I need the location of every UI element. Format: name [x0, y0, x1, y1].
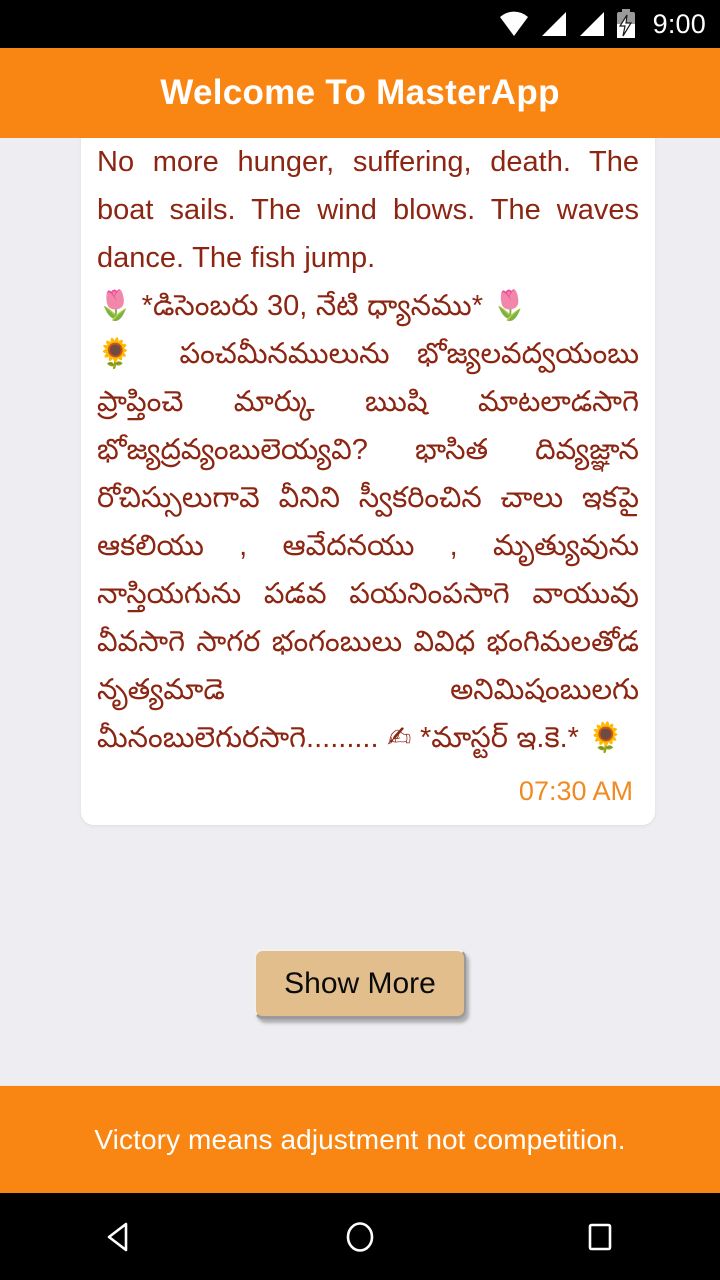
- show-more-button[interactable]: Show More: [254, 949, 466, 1019]
- android-nav-bar: [0, 1193, 720, 1280]
- back-nav-button[interactable]: [60, 1193, 180, 1280]
- show-more-container: Show More: [0, 949, 720, 1019]
- page-title: Welcome To MasterApp: [160, 73, 560, 112]
- wifi-icon: [499, 11, 529, 37]
- message-timestamp: 07:30 AM: [518, 776, 633, 806]
- message-english-text: Mark speaks. Feed the hosts of wisdom. N…: [97, 146, 639, 274]
- scroll-content[interactable]: Mark speaks. Feed the hosts of wisdom. N…: [0, 138, 720, 1085]
- home-circle-icon: [346, 1221, 374, 1252]
- back-triangle-icon: [107, 1222, 128, 1251]
- signal-icon: [577, 11, 605, 37]
- footer-bar: Victory means adjustment not competition…: [0, 1085, 720, 1193]
- message-body: Mark speaks. Feed the hosts of wisdom. N…: [97, 138, 639, 762]
- app-screen: 9:00 Welcome To MasterApp Mark speaks. F…: [0, 0, 720, 1280]
- message-card: Mark speaks. Feed the hosts of wisdom. N…: [81, 138, 655, 825]
- status-bar: 9:00: [0, 0, 720, 48]
- status-bar-clock: 9:00: [652, 8, 706, 39]
- app-bar: Welcome To MasterApp: [0, 48, 720, 138]
- signal-icon: [539, 11, 567, 37]
- message-telugu-body: 🌻 పంచమీనములును భోజ్యలవద్వయంబు ప్రాప్తించ…: [97, 338, 639, 754]
- recents-nav-button[interactable]: [540, 1193, 660, 1280]
- recents-square-icon: [588, 1223, 612, 1250]
- footer-quote: Victory means adjustment not competition…: [94, 1123, 626, 1155]
- home-nav-button[interactable]: [300, 1193, 420, 1280]
- battery-charging-icon: [615, 9, 637, 39]
- message-telugu-heading: 🌷 *డిసెంబరు 30, నేటి ధ్యానము* 🌷: [97, 290, 528, 322]
